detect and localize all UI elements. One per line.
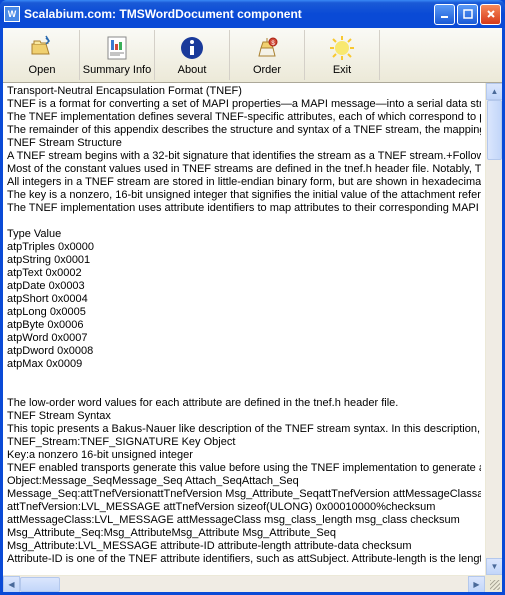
document-text[interactable]: Transport-Neutral Encapsulation Format (… <box>3 83 485 575</box>
client-area: Open Summary Info About $ Order Exit Tra… <box>3 28 502 592</box>
summary-label: Summary Info <box>83 64 151 76</box>
text-line: The TNEF implementation uses attribute i… <box>7 202 481 215</box>
text-line: atpString 0x0001 <box>7 254 481 267</box>
order-label: Order <box>253 64 281 76</box>
text-line: atpWord 0x0007 <box>7 332 481 345</box>
text-line <box>7 371 481 384</box>
text-line: attTnefVersion:LVL_MESSAGE attTnefVersio… <box>7 501 481 514</box>
text-line: Key:a nonzero 16-bit unsigned integer <box>7 449 481 462</box>
text-line: The TNEF implementation defines several … <box>7 111 481 124</box>
text-line: TNEF enabled transports generate this va… <box>7 462 481 475</box>
text-line: TNEF is a format for converting a set of… <box>7 98 481 111</box>
toolbar: Open Summary Info About $ Order Exit <box>3 28 502 83</box>
about-label: About <box>178 64 207 76</box>
maximize-button[interactable] <box>457 4 478 25</box>
exit-label: Exit <box>333 64 351 76</box>
text-line: atpShort 0x0004 <box>7 293 481 306</box>
scroll-down-button[interactable]: ▼ <box>486 558 502 575</box>
text-line: The remainder of this appendix describes… <box>7 124 481 137</box>
order-button[interactable]: $ Order <box>230 30 305 80</box>
text-line: TNEF Stream Structure <box>7 137 481 150</box>
summary-info-icon <box>103 34 131 62</box>
window-buttons <box>434 4 501 25</box>
text-line: atpDword 0x0008 <box>7 345 481 358</box>
about-button[interactable]: About <box>155 30 230 80</box>
text-line: Type Value <box>7 228 481 241</box>
vertical-scrollbar[interactable]: ▲ ▼ <box>485 83 502 575</box>
exit-button[interactable]: Exit <box>305 30 380 80</box>
info-icon <box>178 34 206 62</box>
text-line: All integers in a TNEF stream are stored… <box>7 176 481 189</box>
text-line: atpMax 0x0009 <box>7 358 481 371</box>
text-line: The low-order word values for each attri… <box>7 397 481 410</box>
text-line: attMessageClass:LVL_MESSAGE attMessageCl… <box>7 514 481 527</box>
minimize-button[interactable] <box>434 4 455 25</box>
window-title: Scalabium.com: TMSWordDocument component <box>24 7 434 21</box>
text-line: atpLong 0x0005 <box>7 306 481 319</box>
vscroll-thumb[interactable] <box>487 100 502 160</box>
content-area: Transport-Neutral Encapsulation Format (… <box>3 83 502 592</box>
hscroll-thumb[interactable] <box>20 577 60 592</box>
text-line: Msg_Attribute_Seq:Msg_AttributeMsg_Attri… <box>7 527 481 540</box>
scroll-right-button[interactable]: ▶ <box>468 576 485 592</box>
text-line: Attribute-ID is one of the TNEF attribut… <box>7 553 481 566</box>
scroll-up-button[interactable]: ▲ <box>486 83 502 100</box>
exit-icon <box>328 34 356 62</box>
app-icon: W <box>4 6 20 22</box>
text-line: Object:Message_SeqMessage_Seq Attach_Seq… <box>7 475 481 488</box>
order-icon: $ <box>253 34 281 62</box>
text-line: This topic presents a Bakus-Nauer like d… <box>7 423 481 436</box>
app-window: W Scalabium.com: TMSWordDocument compone… <box>0 0 505 595</box>
text-line: atpTriples 0x0000 <box>7 241 481 254</box>
text-line: Message_Seq:attTnefVersionattTnefVersion… <box>7 488 481 501</box>
open-label: Open <box>29 64 56 76</box>
resize-grip[interactable] <box>485 575 502 592</box>
text-line: atpDate 0x0003 <box>7 280 481 293</box>
text-line: The key is a nonzero, 16-bit unsigned in… <box>7 189 481 202</box>
text-line: TNEF_Stream:TNEF_SIGNATURE Key Object <box>7 436 481 449</box>
close-button[interactable] <box>480 4 501 25</box>
text-line: A TNEF stream begins with a 32-bit signa… <box>7 150 481 163</box>
titlebar[interactable]: W Scalabium.com: TMSWordDocument compone… <box>0 0 505 28</box>
text-line: Transport-Neutral Encapsulation Format (… <box>7 85 481 98</box>
horizontal-scrollbar[interactable]: ◀ ▶ <box>3 575 485 592</box>
text-line: TNEF Stream Syntax <box>7 410 481 423</box>
text-line: atpByte 0x0006 <box>7 319 481 332</box>
open-button[interactable]: Open <box>5 30 80 80</box>
summary-button[interactable]: Summary Info <box>80 30 155 80</box>
text-line: Most of the constant values used in TNEF… <box>7 163 481 176</box>
folder-open-icon <box>28 34 56 62</box>
scroll-left-button[interactable]: ◀ <box>3 576 20 592</box>
text-line: Msg_Attribute:LVL_MESSAGE attribute-ID a… <box>7 540 481 553</box>
text-line: atpText 0x0002 <box>7 267 481 280</box>
text-line <box>7 215 481 228</box>
text-line <box>7 384 481 397</box>
